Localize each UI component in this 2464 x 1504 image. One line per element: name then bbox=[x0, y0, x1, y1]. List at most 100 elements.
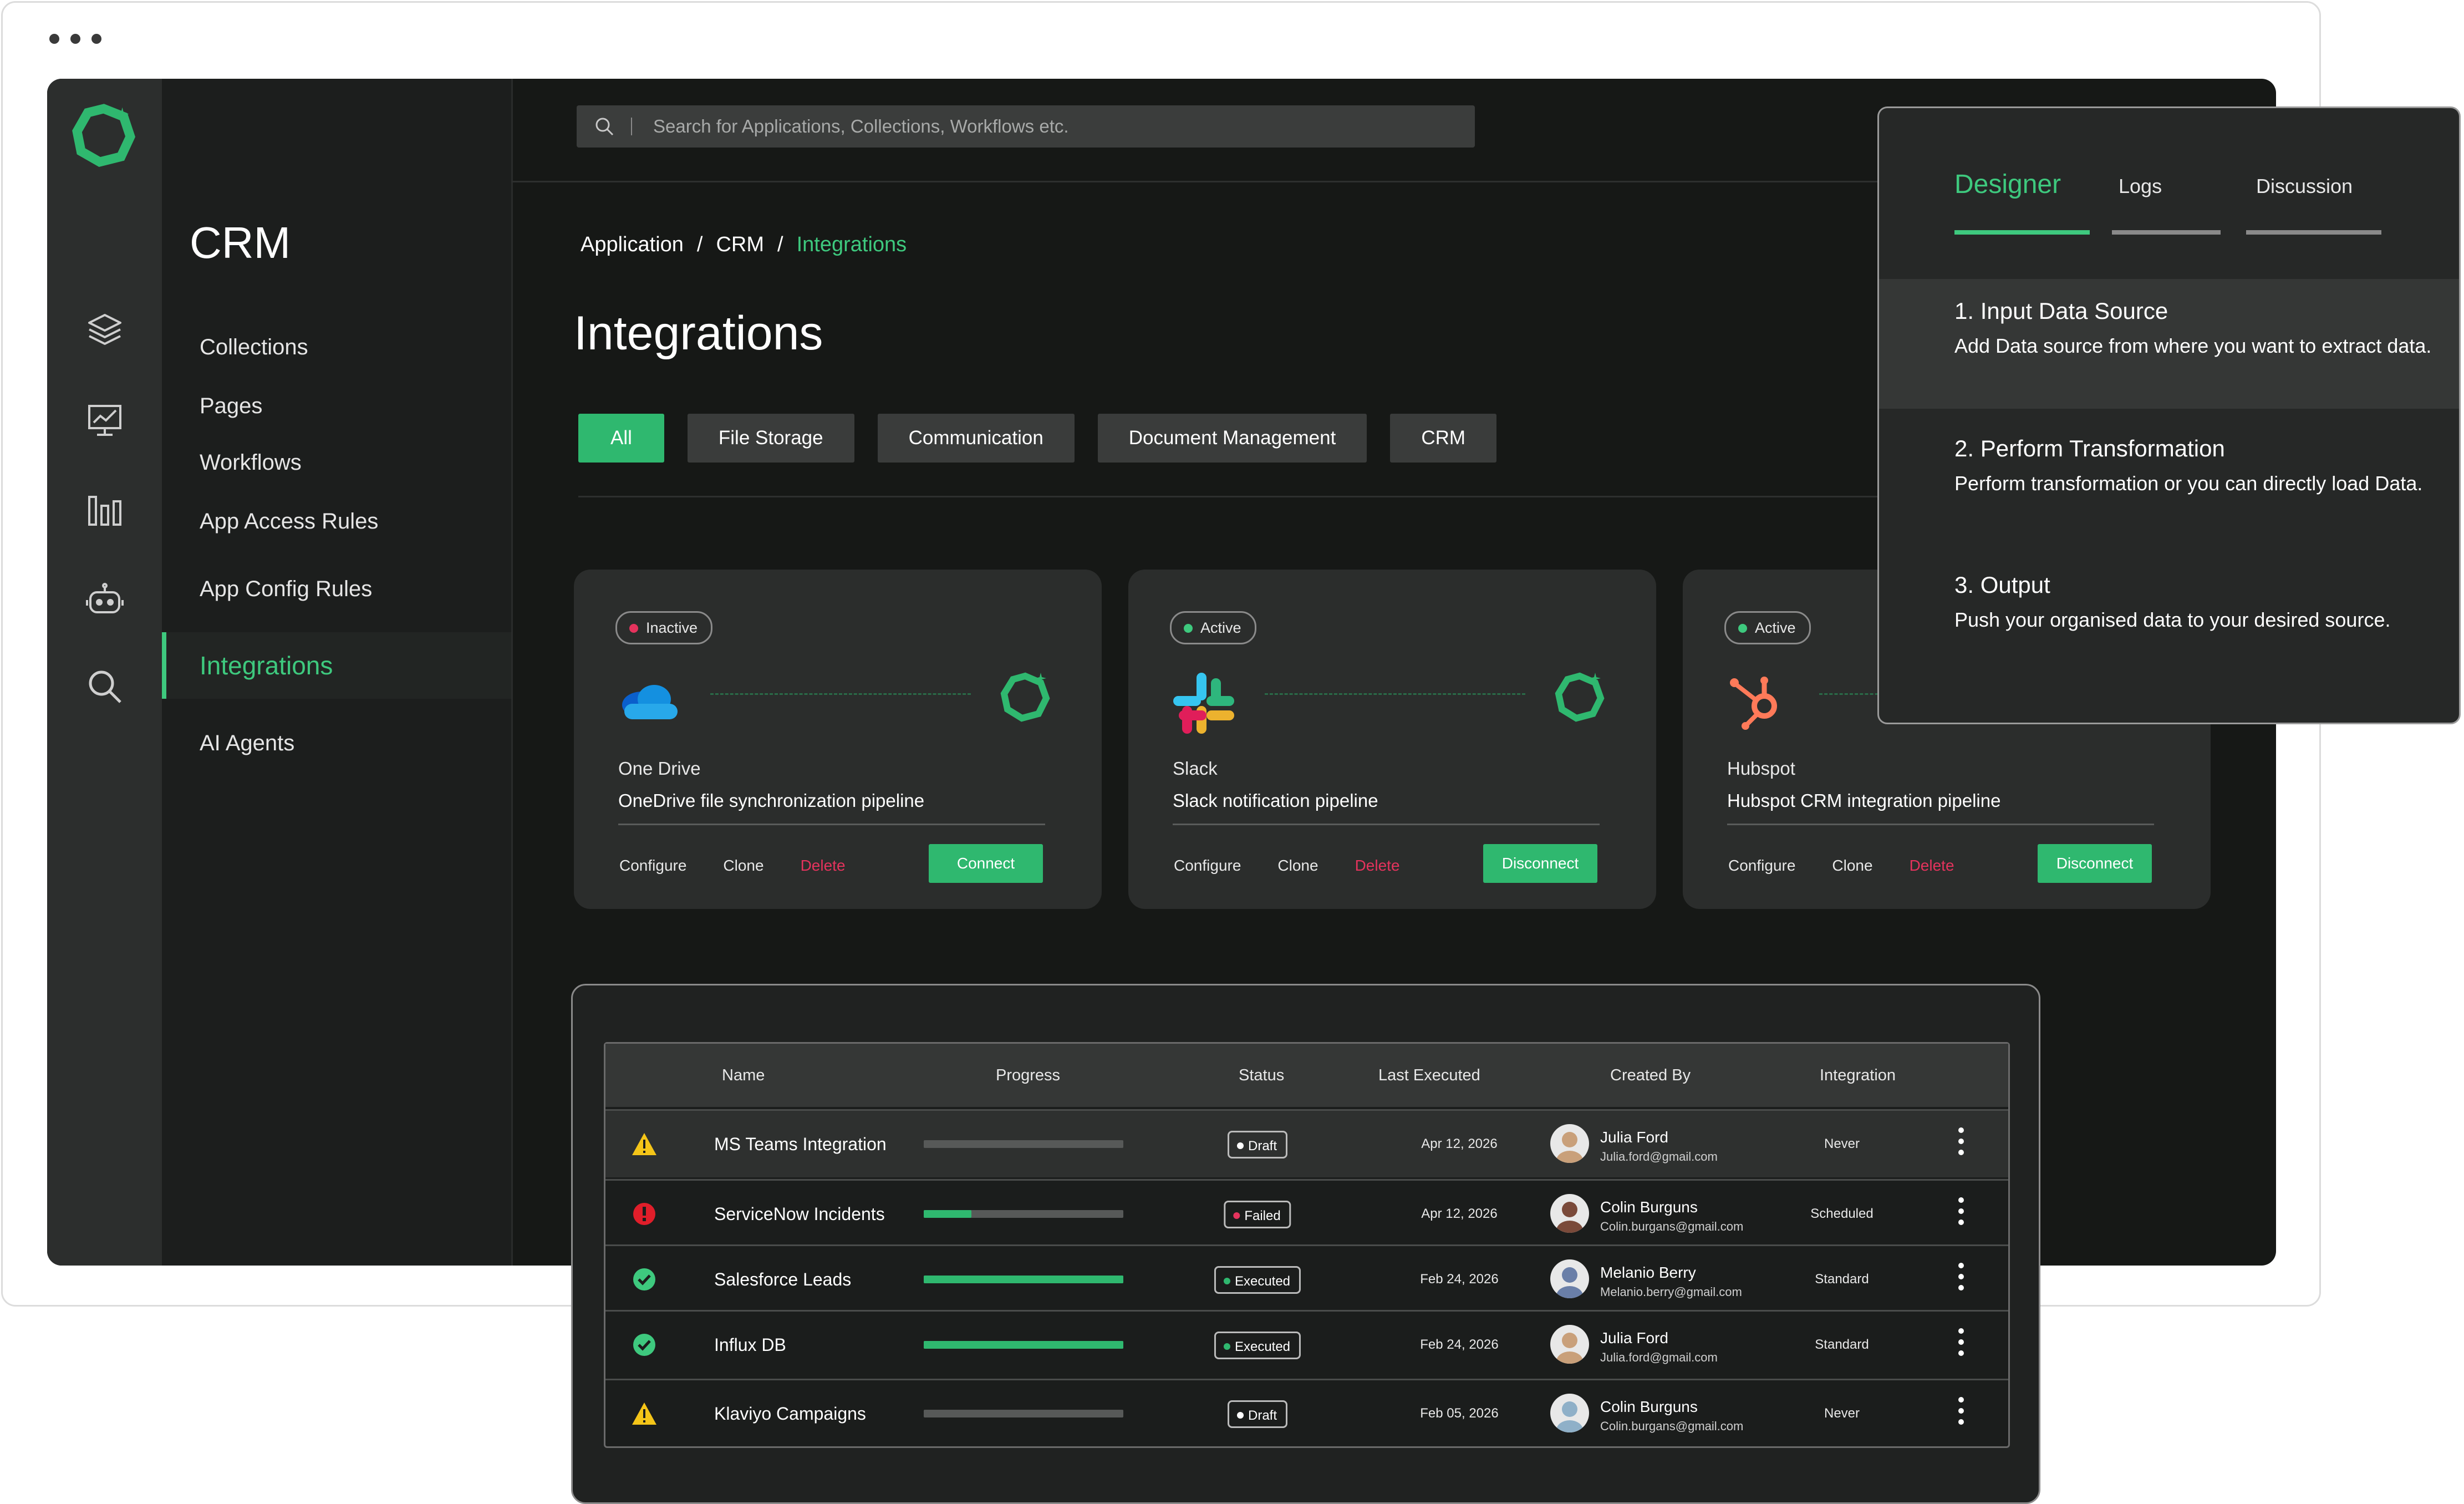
sidebar-item-collections[interactable]: Collections bbox=[162, 314, 511, 380]
filter-all[interactable]: All bbox=[578, 414, 664, 463]
filter-document-management[interactable]: Document Management bbox=[1097, 414, 1367, 463]
row-name[interactable]: Klaviyo Campaigns bbox=[714, 1380, 866, 1447]
connect-button[interactable]: Connect bbox=[929, 844, 1043, 883]
configure-link[interactable]: Configure bbox=[619, 857, 686, 875]
tab-designer-indicator bbox=[1954, 230, 2090, 235]
delete-link[interactable]: Delete bbox=[1910, 857, 1954, 875]
configure-link[interactable]: Configure bbox=[1174, 857, 1241, 875]
table-header: Name Progress Status Last Executed Creat… bbox=[605, 1044, 2008, 1107]
app-logo-icon[interactable] bbox=[70, 102, 137, 169]
status-dot bbox=[1738, 624, 1747, 633]
column-header-progress[interactable]: Progress bbox=[996, 1044, 1060, 1107]
breadcrumb-separator: / bbox=[696, 233, 703, 256]
delete-link[interactable]: Delete bbox=[1355, 857, 1400, 875]
filter-crm[interactable]: CRM bbox=[1390, 414, 1497, 463]
filter-communication[interactable]: Communication bbox=[877, 414, 1075, 463]
breadcrumb-application[interactable]: Application bbox=[581, 233, 684, 257]
search-bar[interactable]: Search for Applications, Collections, Wo… bbox=[577, 105, 1475, 148]
tab-designer[interactable]: Designer bbox=[1954, 169, 2061, 200]
step-title: 2. Perform Transformation bbox=[1954, 435, 2225, 461]
last-executed: Apr 12, 2026 bbox=[1421, 1136, 1498, 1151]
filter-divider bbox=[578, 496, 1942, 497]
table-row[interactable]: Salesforce Leads Executed Feb 24, 2026 Mela… bbox=[605, 1244, 2008, 1313]
configure-link[interactable]: Configure bbox=[1728, 857, 1795, 875]
robot-icon[interactable] bbox=[85, 580, 125, 620]
window-controls[interactable] bbox=[49, 34, 101, 44]
breadcrumb: Application / CRM / Integrations bbox=[581, 233, 907, 257]
integration-type: Standard bbox=[1815, 1272, 1869, 1287]
more-options-icon[interactable] bbox=[1953, 1127, 1969, 1162]
step-title: 1. Input Data Source bbox=[1954, 298, 2168, 324]
step-output[interactable]: 3. Output Push your organised data to yo… bbox=[1879, 553, 2459, 664]
sidebar-item-workflows[interactable]: Workflows bbox=[162, 429, 511, 496]
column-header-last-executed[interactable]: Last Executed bbox=[1378, 1044, 1480, 1107]
designer-panel: Designer Logs Discussion 1. Input Data S… bbox=[1877, 106, 2461, 724]
step-title: 3. Output bbox=[1954, 572, 2050, 598]
sidebar: CRM Collections Pages Workflows App Acce… bbox=[162, 79, 513, 1266]
step-description: Add Data source from where you want to e… bbox=[1954, 334, 2432, 357]
warning-icon bbox=[631, 1131, 658, 1157]
search-input[interactable]: Search for Applications, Collections, Wo… bbox=[653, 105, 1069, 148]
disconnect-button[interactable]: Disconnect bbox=[2038, 844, 2152, 883]
search-icon[interactable] bbox=[85, 667, 125, 707]
bar-chart-icon[interactable] bbox=[85, 489, 125, 529]
breadcrumb-separator: / bbox=[777, 233, 783, 256]
step-perform-transformation[interactable]: 2. Perform Transformation Perform transf… bbox=[1879, 416, 2459, 544]
more-options-icon[interactable] bbox=[1953, 1263, 1969, 1297]
created-by-email: Colin.burgans@gmail.com bbox=[1600, 1220, 1744, 1233]
column-header-name[interactable]: Name bbox=[722, 1044, 765, 1107]
progress-fill bbox=[924, 1276, 1123, 1283]
more-options-icon[interactable] bbox=[1953, 1397, 1969, 1431]
card-actions: Configure Clone Delete bbox=[1174, 857, 1400, 875]
card-divider bbox=[1173, 824, 1600, 825]
filter-file-storage[interactable]: File Storage bbox=[687, 414, 854, 463]
clone-link[interactable]: Clone bbox=[1832, 857, 1872, 875]
table-row[interactable]: ServiceNow Incidents Failed Apr 12, 2026 Co… bbox=[605, 1179, 2008, 1247]
tab-logs[interactable]: Logs bbox=[2119, 175, 2162, 198]
layers-icon[interactable] bbox=[85, 309, 125, 349]
row-name[interactable]: Salesforce Leads bbox=[714, 1246, 851, 1313]
table-row[interactable]: Influx DB Executed Feb 24, 2026 Julia Ford J… bbox=[605, 1310, 2008, 1378]
disconnect-button[interactable]: Disconnect bbox=[1483, 844, 1597, 883]
card-description: Slack notification pipeline bbox=[1173, 790, 1378, 811]
breadcrumb-crm[interactable]: CRM bbox=[716, 233, 764, 257]
row-name[interactable]: ServiceNow Incidents bbox=[714, 1181, 885, 1247]
delete-link[interactable]: Delete bbox=[801, 857, 846, 875]
progress-bar bbox=[924, 1140, 1123, 1148]
dashboard-icon[interactable] bbox=[85, 400, 125, 440]
progress-fill bbox=[924, 1341, 1123, 1349]
success-icon bbox=[631, 1332, 658, 1358]
breadcrumb-integrations: Integrations bbox=[796, 233, 907, 256]
page-title: Integrations bbox=[574, 307, 823, 360]
slack-icon bbox=[1173, 673, 1234, 734]
more-options-icon[interactable] bbox=[1953, 1197, 1969, 1232]
row-name[interactable]: MS Teams Integration bbox=[714, 1111, 887, 1177]
table-row[interactable]: MS Teams Integration Draft Apr 12, 2026 Jul… bbox=[605, 1109, 2008, 1177]
step-input-data-source[interactable]: 1. Input Data Source Add Data source fro… bbox=[1879, 279, 2459, 409]
column-header-integration[interactable]: Integration bbox=[1820, 1044, 1896, 1107]
search-divider bbox=[631, 118, 632, 135]
more-options-icon[interactable] bbox=[1953, 1328, 1969, 1363]
sidebar-item-app-config-rules[interactable]: App Config Rules bbox=[162, 556, 511, 622]
avatar bbox=[1550, 1194, 1589, 1233]
integration-type: Standard bbox=[1815, 1337, 1869, 1352]
created-by-name: Colin Burguns bbox=[1600, 1398, 1698, 1415]
row-name[interactable]: Influx DB bbox=[714, 1312, 786, 1378]
sidebar-item-integrations[interactable]: Integrations bbox=[162, 632, 511, 699]
status-badge: Active bbox=[1170, 611, 1256, 644]
clone-link[interactable]: Clone bbox=[723, 857, 763, 875]
column-header-status[interactable]: Status bbox=[1239, 1044, 1284, 1107]
sidebar-item-app-access-rules[interactable]: App Access Rules bbox=[162, 488, 511, 555]
integration-type: Never bbox=[1824, 1136, 1860, 1151]
table-row[interactable]: Klaviyo Campaigns Draft Feb 05, 2026 Colin … bbox=[605, 1379, 2008, 1447]
sidebar-item-ai-agents[interactable]: AI Agents bbox=[162, 710, 511, 776]
search-icon bbox=[595, 118, 614, 136]
avatar bbox=[1550, 1259, 1589, 1298]
app-logo-icon bbox=[1000, 672, 1050, 722]
clone-link[interactable]: Clone bbox=[1277, 857, 1318, 875]
column-header-created-by[interactable]: Created By bbox=[1610, 1044, 1691, 1107]
workflow-table: Name Progress Status Last Executed Creat… bbox=[604, 1042, 2010, 1448]
tab-discussion[interactable]: Discussion bbox=[2256, 175, 2353, 198]
filter-chips: All File Storage Communication Document … bbox=[578, 414, 1497, 463]
status-badge: Draft bbox=[1227, 1131, 1288, 1159]
